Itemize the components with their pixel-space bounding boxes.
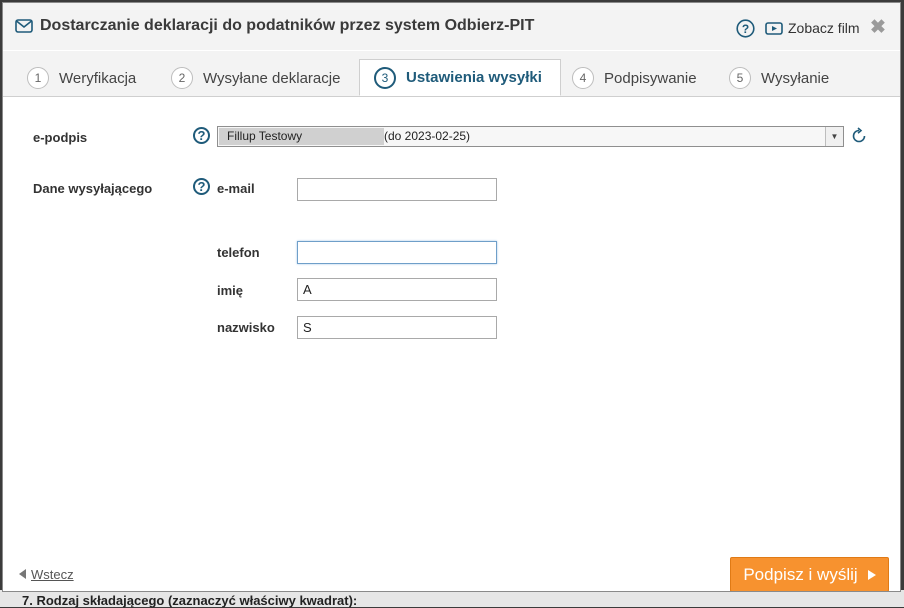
wizard-tabs: 1 Weryfikacja 2 Wysyłane deklaracje 3 Us… [3, 51, 900, 97]
tab-sent-declarations[interactable]: 2 Wysyłane deklaracje [171, 61, 340, 95]
firstname-label: imię [217, 283, 244, 298]
lastname-field[interactable] [297, 316, 497, 339]
lastname-label: nazwisko [217, 320, 275, 335]
tab-number: 4 [572, 67, 594, 89]
back-link[interactable]: Wstecz [19, 567, 74, 582]
back-label: Wstecz [31, 567, 74, 582]
epodpis-help-icon[interactable]: ? [193, 127, 210, 144]
help-icon[interactable]: ? [736, 19, 755, 43]
dialog: Dostarczanie deklaracji do podatników pr… [2, 2, 901, 592]
tab-label: Podpisywanie [604, 69, 697, 87]
epodpis-select[interactable]: Fillup Testowy (do 2023-02-25) ▼ [217, 126, 844, 147]
tab-shipping-settings[interactable]: 3 Ustawienia wysyłki [359, 59, 561, 96]
tab-number: 5 [729, 67, 751, 89]
dialog-titlebar: Dostarczanie deklaracji do podatników pr… [3, 3, 900, 50]
phone-label: telefon [217, 245, 260, 260]
firstname-field[interactable] [297, 278, 497, 301]
watch-video-link[interactable]: Zobacz film [765, 20, 860, 36]
tab-label: Ustawienia wysyłki [406, 69, 542, 86]
epodpis-label: e-podpis [33, 130, 88, 145]
tab-verification[interactable]: 1 Weryfikacja [27, 61, 136, 95]
dialog-title: Dostarczanie deklaracji do podatników pr… [40, 17, 535, 34]
email-label: e-mail [217, 181, 255, 196]
sender-help-icon[interactable]: ? [193, 178, 210, 195]
phone-field[interactable] [297, 241, 497, 264]
triangle-right-icon [867, 565, 876, 585]
tab-number: 3 [374, 66, 396, 89]
tab-label: Weryfikacja [59, 69, 137, 87]
epodpis-validity: (do 2023-02-25) [384, 129, 471, 143]
envelope-icon [15, 19, 33, 38]
tab-signing[interactable]: 4 Podpisywanie [572, 61, 697, 95]
sender-data-label: Dane wysyłającego [33, 181, 153, 196]
sign-and-send-label: Podpisz i wyślij [743, 564, 858, 584]
sign-and-send-button[interactable]: Podpisz i wyślij [730, 557, 889, 591]
video-icon [765, 21, 783, 35]
svg-text:?: ? [742, 22, 749, 36]
tab-label: Wysyłanie [761, 69, 830, 87]
background-text: 7. Rodzaj składającego (zaznaczyć właści… [22, 593, 358, 608]
email-field[interactable] [297, 178, 497, 201]
tab-sending[interactable]: 5 Wysyłanie [729, 61, 829, 95]
refresh-icon[interactable] [850, 127, 868, 150]
chevron-down-icon: ▼ [825, 127, 843, 146]
close-icon[interactable]: ✖ [870, 16, 886, 39]
background-page-peek: 7. Rodzaj składającego (zaznaczyć właści… [0, 590, 904, 608]
triangle-left-icon [19, 567, 27, 582]
watch-video-label: Zobacz film [788, 20, 860, 36]
tab-number: 1 [27, 67, 49, 89]
tab-number: 2 [171, 67, 193, 89]
tab-label: Wysyłane deklaracje [203, 69, 341, 87]
epodpis-selected-name: Fillup Testowy [219, 128, 384, 145]
